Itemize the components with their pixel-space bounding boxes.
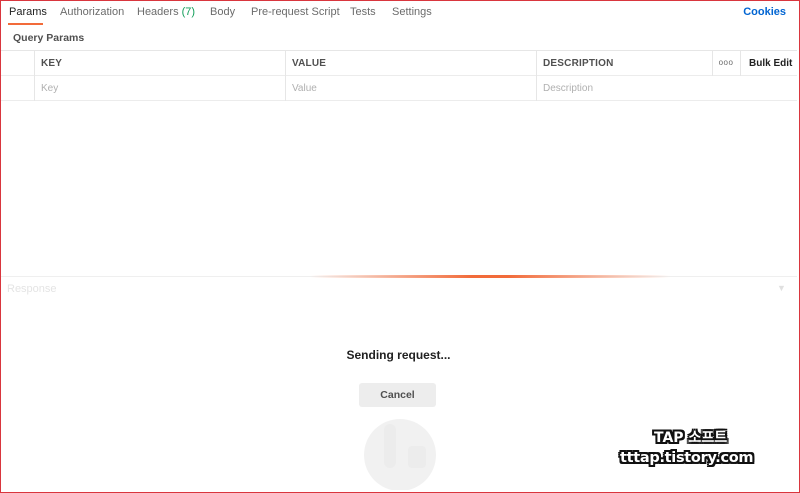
cookies-link[interactable]: Cookies (743, 6, 786, 18)
key-input[interactable]: Key (41, 83, 58, 94)
column-header-value: VALUE (292, 58, 327, 69)
column-divider (740, 51, 741, 76)
column-divider (712, 51, 713, 76)
table-header-divider (0, 75, 797, 76)
more-options-icon[interactable]: ooo (715, 55, 737, 71)
column-header-description: DESCRIPTION (543, 58, 614, 69)
chevron-down-icon[interactable]: ▼ (777, 283, 786, 293)
rocket-illustration-icon (364, 419, 436, 490)
tab-authorization[interactable]: Authorization (60, 6, 124, 18)
value-input[interactable]: Value (292, 83, 317, 94)
cancel-button[interactable]: Cancel (359, 383, 436, 407)
tab-headers[interactable]: Headers (7) (137, 6, 195, 18)
sending-request-text: Sending request... (346, 348, 451, 362)
watermark: TAP 소프트 tttap.tistory.com (590, 425, 790, 475)
headers-count-badge: (7) (181, 6, 196, 18)
tab-tests[interactable]: Tests (350, 6, 376, 18)
bulk-edit-button[interactable]: Bulk Edit (749, 58, 792, 69)
active-tab-indicator (8, 23, 43, 25)
watermark-url: tttap.tistory.com (620, 450, 754, 466)
response-title: Response (7, 283, 57, 295)
watermark-brand: TAP 소프트 (654, 430, 728, 446)
description-input[interactable]: Description (543, 83, 593, 94)
query-params-table: KEY VALUE DESCRIPTION ooo Bulk Edit Key … (0, 50, 797, 102)
tab-body[interactable]: Body (210, 6, 235, 18)
request-tabs: Params Authorization Headers (7) Body Pr… (0, 0, 800, 26)
tab-params[interactable]: Params (9, 6, 47, 18)
column-divider (285, 51, 286, 101)
query-params-title: Query Params (13, 32, 85, 44)
tab-headers-label: Headers (137, 6, 179, 18)
column-divider (34, 51, 35, 101)
loading-progress-bar (310, 275, 670, 278)
tab-pre-request-script[interactable]: Pre-request Script (251, 6, 340, 18)
table-bottom-divider (0, 100, 797, 101)
tab-settings[interactable]: Settings (392, 6, 432, 18)
column-header-key: KEY (41, 58, 63, 69)
column-divider (536, 51, 537, 101)
